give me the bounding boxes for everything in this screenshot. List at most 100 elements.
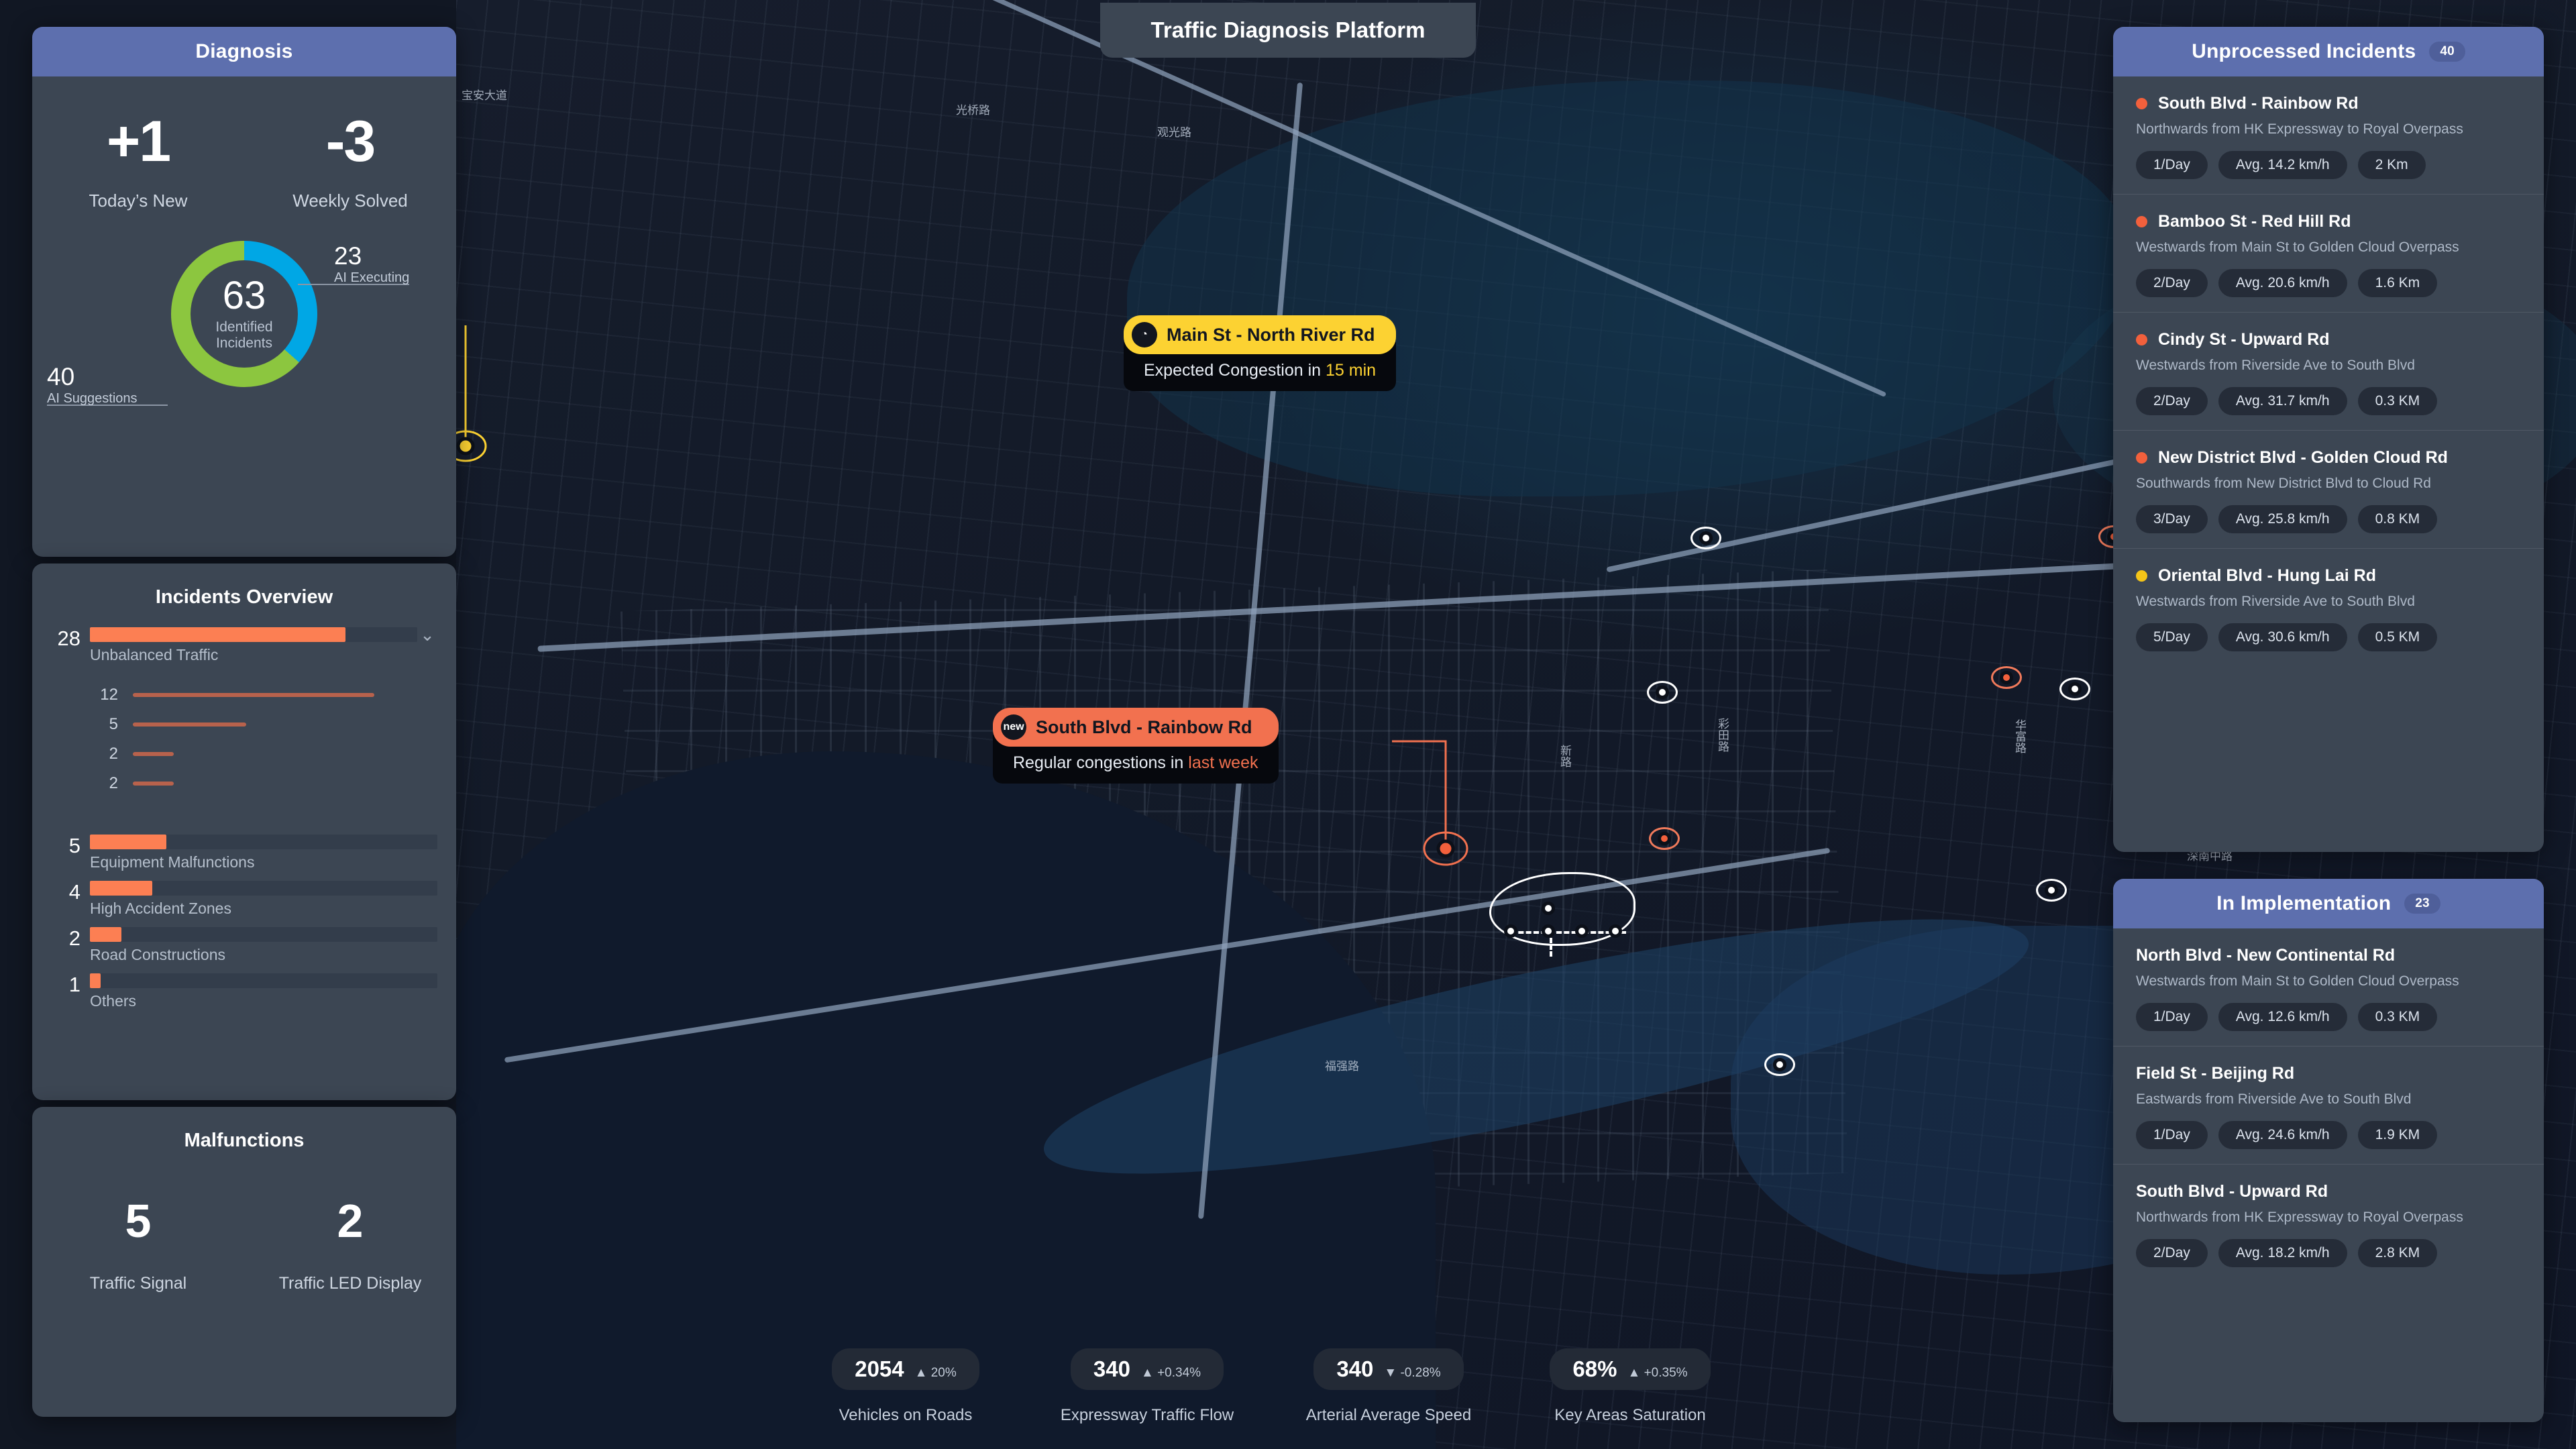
incident-chip[interactable]: 2.8 KM bbox=[2357, 1239, 2438, 1267]
incident-chip[interactable]: 2 Km bbox=[2357, 151, 2426, 179]
incident-chip[interactable]: Avg. 20.6 km/h bbox=[2218, 269, 2347, 297]
stat-key-areas-saturation[interactable]: 68% ▲ +0.35% Key Areas Saturation bbox=[1529, 1348, 1731, 1425]
cluster-node[interactable] bbox=[1542, 902, 1555, 915]
map-marker-alert[interactable] bbox=[1989, 664, 2024, 691]
overview-bar-others[interactable]: 1 Others bbox=[32, 973, 456, 1010]
implementation-panel-header: In Implementation 23 bbox=[2113, 879, 2544, 928]
overview-bar-unbalanced-traffic[interactable]: 28 Unbalanced Traffic ⌄ bbox=[32, 626, 456, 664]
incident-chip[interactable]: Avg. 24.6 km/h bbox=[2218, 1121, 2347, 1149]
incident-title: Field St - Beijing Rd bbox=[2136, 1064, 2295, 1083]
stat-value: 340 bbox=[1336, 1356, 1374, 1381]
incident-row[interactable]: Bamboo St - Red Hill Rd Westwards from Ma… bbox=[2113, 195, 2544, 313]
incident-chip[interactable]: 2/Day bbox=[2136, 387, 2208, 415]
map-marker[interactable] bbox=[2036, 879, 2067, 902]
implementation-incident-list: North Blvd - New Continental Rd Westwards… bbox=[2113, 928, 2544, 1282]
map-marker[interactable] bbox=[2059, 678, 2090, 700]
incident-chip[interactable]: Avg. 31.7 km/h bbox=[2218, 387, 2347, 415]
incident-chip[interactable]: 5/Day bbox=[2136, 623, 2208, 651]
tooltip-body-highlight: last week bbox=[1188, 753, 1258, 772]
incident-row[interactable]: South Blvd - Rainbow Rd Northwards from H… bbox=[2113, 76, 2544, 195]
map-label: 光桥路 bbox=[956, 104, 990, 117]
stat-value: 68% bbox=[1572, 1356, 1617, 1381]
overview-bar-equipment-malfunctions[interactable]: 5 Equipment Malfunctions bbox=[32, 835, 456, 871]
incident-chip[interactable]: 1/Day bbox=[2136, 151, 2208, 179]
incident-chip[interactable]: 1.9 KM bbox=[2357, 1121, 2438, 1149]
sub-bar-row: 5 bbox=[90, 715, 437, 734]
stat-expressway-traffic-flow[interactable]: 340 ▲ +0.34% Expressway Traffic Flow bbox=[1046, 1348, 1248, 1425]
incident-chip[interactable]: 0.3 KM bbox=[2357, 387, 2438, 415]
severity-dot-icon bbox=[2136, 334, 2147, 345]
incident-row[interactable]: New District Blvd - Golden Cloud Rd South… bbox=[2113, 431, 2544, 549]
incident-chip[interactable]: 1/Day bbox=[2136, 1003, 2208, 1031]
incident-chip[interactable]: Avg. 14.2 km/h bbox=[2218, 151, 2347, 179]
map-cluster-white[interactable] bbox=[1489, 872, 1635, 957]
incident-row[interactable]: North Blvd - New Continental Rd Westwards… bbox=[2113, 928, 2544, 1046]
stat-delta: ▲ 20% bbox=[914, 1366, 957, 1380]
incident-chip[interactable]: 0.8 KM bbox=[2357, 505, 2438, 533]
incident-chip[interactable]: 2/Day bbox=[2136, 269, 2208, 297]
cluster-node[interactable] bbox=[1542, 924, 1555, 938]
bar-value: 4 bbox=[68, 880, 80, 904]
map-marker[interactable] bbox=[1690, 527, 1721, 549]
incident-chip[interactable]: Avg. 12.6 km/h bbox=[2218, 1003, 2347, 1031]
severity-dot-icon bbox=[2136, 98, 2147, 109]
donut-callout-suggestions: 40 AI Suggestions bbox=[47, 363, 138, 407]
bar-label: Unbalanced Traffic bbox=[90, 646, 219, 663]
cluster-node[interactable] bbox=[1575, 924, 1589, 938]
unprocessed-panel-header: Unprocessed Incidents 40 bbox=[2113, 27, 2544, 76]
incident-chip[interactable]: Avg. 18.2 km/h bbox=[2218, 1239, 2347, 1267]
incident-chip[interactable]: 0.3 KM bbox=[2357, 1003, 2438, 1031]
stat-vehicles-on-roads[interactable]: 2054 ▲ 20% Vehicles on Roads bbox=[805, 1348, 1006, 1425]
stat-pill: 2054 ▲ 20% bbox=[832, 1348, 979, 1390]
callout-label: AI Executing bbox=[334, 270, 410, 285]
incident-chip[interactable]: 0.5 KM bbox=[2357, 623, 2438, 651]
severity-dot-icon bbox=[2136, 570, 2147, 582]
sub-bar-row: 2 bbox=[90, 774, 437, 793]
incident-row[interactable]: Field St - Beijing Rd Eastwards from Rive… bbox=[2113, 1046, 2544, 1165]
overview-bar-high-accident-zones[interactable]: 4 High Accident Zones bbox=[32, 881, 456, 918]
trend-up-icon: ▲ bbox=[1627, 1366, 1641, 1380]
incident-description: Southwards from New District Blvd to Clo… bbox=[2136, 476, 2431, 491]
incident-chip[interactable]: 3/Day bbox=[2136, 505, 2208, 533]
chevron-down-icon[interactable]: ⌄ bbox=[417, 626, 437, 643]
cluster-node[interactable] bbox=[1609, 924, 1622, 938]
incident-description: Westwards from Riverside Ave to South Bl… bbox=[2136, 358, 2415, 373]
overview-bar-road-constructions[interactable]: 2 Road Constructions bbox=[32, 927, 456, 964]
tooltip-header: new South Blvd - Rainbow Rd bbox=[993, 708, 1279, 747]
dashboard-root: 光桥路 观光路 宝安大道 华富路 上步路 笋岗西路 笋岗东路 红岭北路 深南中路… bbox=[0, 0, 2576, 1449]
bar-track bbox=[90, 835, 437, 849]
map-marker[interactable] bbox=[1764, 1053, 1795, 1076]
cluster-node[interactable] bbox=[1504, 924, 1517, 938]
incident-row[interactable]: South Blvd - Upward Rd Northwards from HK… bbox=[2113, 1165, 2544, 1282]
in-implementation-panel: In Implementation 23 North Blvd - New Co… bbox=[2113, 879, 2544, 1422]
incident-chip[interactable]: 2/Day bbox=[2136, 1239, 2208, 1267]
incidents-overview-panel: Incidents Overview 28 Unbalanced Traffic… bbox=[32, 564, 456, 1100]
stat-arterial-average-speed[interactable]: 340 ▼ -0.28% Arterial Average Speed bbox=[1288, 1348, 1489, 1425]
incident-chip[interactable]: Avg. 25.8 km/h bbox=[2218, 505, 2347, 533]
incident-row[interactable]: Cindy St - Upward Rd Westwards from River… bbox=[2113, 313, 2544, 431]
tooltip-body-text: Regular congestions in bbox=[1013, 753, 1189, 772]
stat-delta: ▲ +0.34% bbox=[1140, 1366, 1201, 1380]
overview-sub-bars: 12 5 2 2 bbox=[32, 674, 456, 810]
incident-title: South Blvd - Upward Rd bbox=[2136, 1182, 2328, 1201]
malfunctions-panel: Malfunctions 5 Traffic Signal 2 Traffic … bbox=[32, 1107, 456, 1417]
tooltip-body-highlight: 15 min bbox=[1326, 361, 1377, 380]
callout-label: AI Suggestions bbox=[47, 391, 138, 406]
map-marker-alert[interactable] bbox=[1647, 825, 1682, 852]
map-tooltip-predicted-congestion[interactable]: ◔ Main St - North River Rd Expected Cong… bbox=[1124, 315, 1397, 391]
bar-fill bbox=[90, 973, 101, 988]
malfunction-value: 5 bbox=[125, 1195, 152, 1247]
incident-chip[interactable]: Avg. 30.6 km/h bbox=[2218, 623, 2347, 651]
incident-row[interactable]: Oriental Blvd - Hung Lai Rd Westwards fro… bbox=[2113, 549, 2544, 666]
map-marker[interactable] bbox=[1647, 681, 1678, 704]
incident-chip[interactable]: 1.6 Km bbox=[2357, 269, 2438, 297]
map-tooltip-new-incident[interactable]: new South Blvd - Rainbow Rd Regular cong… bbox=[993, 708, 1279, 784]
bar-value: 5 bbox=[68, 834, 80, 857]
sub-bar-value: 12 bbox=[100, 686, 118, 704]
incident-title: Bamboo St - Red Hill Rd bbox=[2158, 212, 2351, 231]
implementation-panel-title: In Implementation bbox=[2216, 892, 2392, 914]
bar-track bbox=[90, 973, 437, 988]
incident-chip[interactable]: 1/Day bbox=[2136, 1121, 2208, 1149]
malfunction-traffic-led-display: 2 Traffic LED Display bbox=[244, 1197, 456, 1293]
bar-label: Road Constructions bbox=[90, 946, 225, 963]
